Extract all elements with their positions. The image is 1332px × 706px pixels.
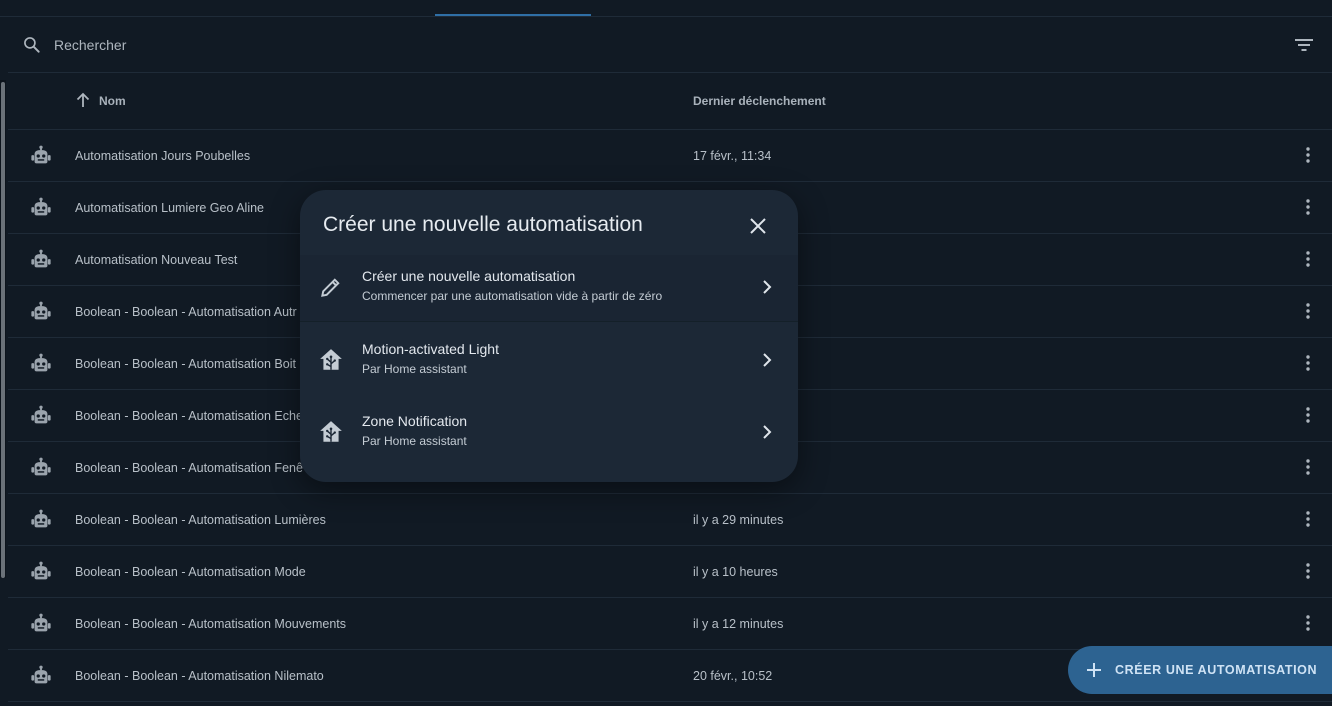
filter-icon[interactable] (1294, 37, 1314, 53)
close-icon[interactable] (746, 214, 770, 238)
pencil-icon (321, 278, 340, 297)
search-bar (8, 17, 1332, 73)
more-options-icon[interactable] (1298, 561, 1318, 581)
home-assistant-icon (320, 421, 342, 442)
chevron-right-icon (763, 280, 772, 294)
automation-name: Boolean - Boolean - Automatisation Fenê (75, 461, 303, 475)
automation-name: Boolean - Boolean - Automatisation Boit (75, 357, 296, 371)
chevron-right-icon (763, 353, 772, 367)
option-subtitle: Par Home assistant (362, 434, 467, 448)
automation-name: Boolean - Boolean - Automatisation Autr (75, 305, 297, 319)
table-header: Nom Dernier déclenchement (8, 73, 1332, 130)
more-options-icon[interactable] (1298, 405, 1318, 425)
robot-icon (31, 613, 51, 632)
plus-icon (1087, 663, 1101, 677)
chevron-right-icon (763, 425, 772, 439)
dialog-title: Créer une nouvelle automatisation (323, 213, 643, 236)
create-automation-label: CRÉER UNE AUTOMATISATION (1115, 663, 1318, 677)
more-options-icon[interactable] (1298, 301, 1318, 321)
more-options-icon[interactable] (1298, 457, 1318, 477)
last-trigger-value: il y a 12 minutes (693, 617, 784, 631)
option-title: Zone Notification (362, 413, 468, 429)
table-row[interactable]: Automatisation Jours Poubelles 17 févr.,… (8, 130, 1332, 182)
sort-ascending-icon[interactable] (75, 92, 91, 108)
search-icon (24, 37, 40, 53)
robot-icon (31, 509, 51, 528)
robot-icon (31, 353, 51, 372)
robot-icon (31, 197, 51, 216)
automation-name: Automatisation Nouveau Test (75, 253, 238, 267)
more-options-icon[interactable] (1298, 509, 1318, 529)
robot-icon (31, 301, 51, 320)
automation-name: Boolean - Boolean - Automatisation Nilem… (75, 669, 324, 683)
option-title: Motion-activated Light (362, 341, 499, 357)
create-automation-dialog: Créer une nouvelle automatisation Créer … (300, 190, 798, 482)
option-subtitle: Par Home assistant (362, 362, 467, 376)
last-trigger-value: il y a 29 minutes (693, 513, 784, 527)
table-row[interactable]: Boolean - Boolean - Automatisation Lumiè… (8, 494, 1332, 546)
robot-icon (31, 405, 51, 424)
robot-icon (31, 457, 51, 476)
option-motion-activated-light[interactable]: Motion-activated Light Par Home assistan… (300, 328, 798, 394)
robot-icon (31, 249, 51, 268)
table-row[interactable]: Boolean - Boolean - Automatisation Mode … (8, 546, 1332, 598)
automation-name: Boolean - Boolean - Automatisation Mouve… (75, 617, 346, 631)
column-header-name[interactable]: Nom (99, 94, 126, 108)
automation-name: Automatisation Lumiere Geo Aline (75, 201, 264, 215)
last-trigger-value: il y a 10 heures (693, 565, 778, 579)
more-options-icon[interactable] (1298, 353, 1318, 373)
more-options-icon[interactable] (1298, 613, 1318, 633)
table-row[interactable]: Boolean - Boolean - Automatisation Mouve… (8, 598, 1332, 650)
automation-name: Boolean - Boolean - Automatisation Mode (75, 565, 306, 579)
search-input[interactable] (52, 31, 656, 59)
scrollbar-thumb[interactable] (1, 82, 5, 578)
robot-icon (31, 145, 51, 164)
create-automation-button[interactable]: CRÉER UNE AUTOMATISATION (1068, 646, 1332, 694)
automation-name: Boolean - Boolean - Automatisation Lumiè… (75, 513, 326, 527)
option-zone-notification[interactable]: Zone Notification Par Home assistant (300, 400, 798, 466)
more-options-icon[interactable] (1298, 249, 1318, 269)
home-assistant-icon (320, 349, 342, 370)
top-tab-bar (0, 0, 1332, 17)
last-trigger-value: 20 févr., 10:52 (693, 669, 773, 683)
last-trigger-value: 17 févr., 11:34 (693, 149, 772, 163)
option-subtitle: Commencer par une automatisation vide à … (362, 289, 663, 303)
robot-icon (31, 561, 51, 580)
active-tab-indicator (435, 14, 591, 16)
automation-name: Boolean - Boolean - Automatisation Eche (75, 409, 303, 423)
option-new-blank-automation[interactable]: Créer une nouvelle automatisation Commen… (300, 255, 798, 322)
more-options-icon[interactable] (1298, 197, 1318, 217)
more-options-icon[interactable] (1298, 145, 1318, 165)
robot-icon (31, 665, 51, 684)
automation-name: Automatisation Jours Poubelles (75, 149, 251, 163)
column-header-last-trigger[interactable]: Dernier déclenchement (693, 94, 826, 108)
option-title: Créer une nouvelle automatisation (362, 268, 576, 284)
